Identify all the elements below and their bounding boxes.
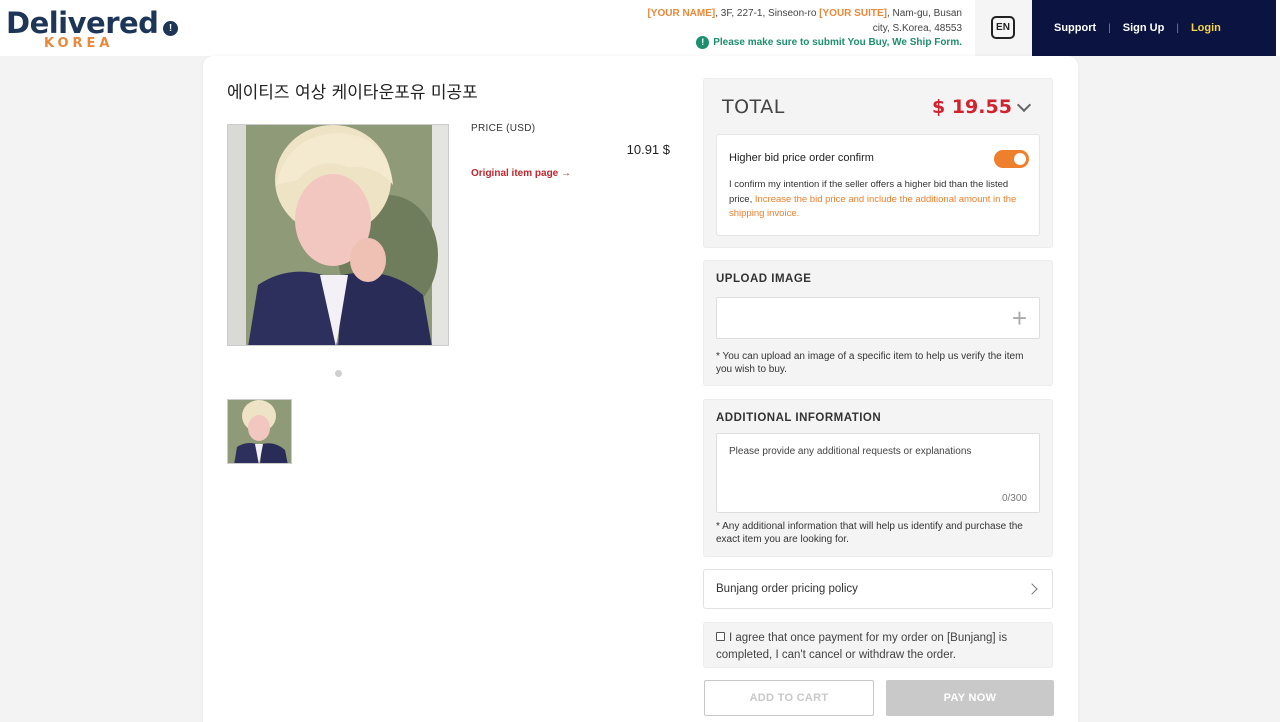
higher-bid-description: I confirm my intention if the seller off… <box>729 178 1029 222</box>
address-line1-end: , Nam-gu, Busan <box>886 8 962 19</box>
higher-bid-box: Higher bid price order confirm I confirm… <box>716 134 1040 236</box>
upload-image-panel: UPLOAD IMAGE + * You can upload an image… <box>703 260 1053 386</box>
additional-info-hint: * Any additional information that will h… <box>716 521 1023 545</box>
agreement-panel: I agree that once payment for my order o… <box>703 622 1053 668</box>
character-counter: 0/300 <box>1001 493 1027 504</box>
price-label: PRICE (USD) <box>471 123 536 134</box>
higher-bid-highlight: Increase the bid price and include the a… <box>729 193 1017 220</box>
language-switcher: EN <box>975 0 1032 56</box>
product-main-image[interactable] <box>227 124 449 346</box>
arrow-right-icon: → <box>561 168 572 179</box>
delivered-korea-logo[interactable]: Delivered KOREA ! <box>6 2 186 52</box>
product-thumbnail[interactable] <box>227 399 292 464</box>
warehouse-address: [YOUR NAME], 3F, 227-1, Sinseon-ro [YOUR… <box>582 6 962 36</box>
address-suite-placeholder: [YOUR SUITE] <box>819 8 887 19</box>
language-button[interactable]: EN <box>991 16 1015 39</box>
nav-signup-link[interactable]: Sign Up <box>1123 22 1165 34</box>
order-card: 에이티즈 여상 케이타운포유 미공포 PRICE (USD) 10.91 $ O… <box>203 56 1078 722</box>
original-item-link[interactable]: Original item page → <box>471 168 571 179</box>
plus-icon[interactable]: + <box>1012 303 1027 333</box>
additional-info-title: ADDITIONAL INFORMATION <box>716 412 882 424</box>
carousel-dot[interactable] <box>335 370 342 377</box>
pricing-policy-label: Bunjang order pricing policy <box>716 583 858 595</box>
info-icon: ! <box>696 36 710 49</box>
total-panel: TOTAL $ 19.55 Higher bid price order con… <box>703 78 1053 248</box>
upload-image-title: UPLOAD IMAGE <box>716 273 812 285</box>
higher-bid-title: Higher bid price order confirm <box>729 152 874 164</box>
form-notice: ! Please make sure to submit You Buy, We… <box>696 36 962 49</box>
logo-subtitle: KOREA <box>44 36 114 51</box>
notice-text: Please make sure to submit You Buy, We S… <box>713 37 962 48</box>
address-name-placeholder: [YOUR NAME] <box>647 8 716 19</box>
pricing-policy-row[interactable]: Bunjang order pricing policy <box>703 569 1053 609</box>
top-nav: Support | Sign Up | Login <box>1032 0 1276 56</box>
nav-login-link[interactable]: Login <box>1191 22 1221 34</box>
nav-separator: | <box>1108 22 1111 34</box>
chevron-down-icon[interactable] <box>1016 97 1032 113</box>
nav-support-link[interactable]: Support <box>1054 22 1096 34</box>
chevron-right-icon <box>1026 583 1038 595</box>
original-item-link-label: Original item page <box>471 168 559 179</box>
site-header: Delivered KOREA ! [YOUR NAME], 3F, 227-1… <box>0 0 1280 56</box>
upload-image-dropzone[interactable]: + <box>716 297 1040 339</box>
logo-bubble-icon: ! <box>163 21 178 36</box>
total-value: $ 19.55 <box>932 96 1012 118</box>
add-to-cart-button[interactable]: ADD TO CART <box>704 680 874 716</box>
logo-wordmark: Delivered <box>6 6 159 40</box>
toggle-knob <box>1014 153 1026 165</box>
additional-info-textarea[interactable]: Please provide any additional requests o… <box>716 433 1040 513</box>
address-line2: city, S.Korea, 48553 <box>872 23 962 34</box>
product-title: 에이티즈 여상 케이타운포유 미공포 <box>227 83 478 103</box>
pay-now-button[interactable]: PAY NOW <box>886 680 1054 716</box>
address-line1-rest: , 3F, 227-1, Sinseon-ro <box>715 8 820 19</box>
agreement-text: I agree that once payment for my order o… <box>716 632 1008 661</box>
additional-info-panel: ADDITIONAL INFORMATION Please provide an… <box>703 399 1053 557</box>
higher-bid-toggle[interactable] <box>994 150 1029 168</box>
price-value: 10.91 $ <box>626 142 670 157</box>
total-label: TOTAL <box>722 96 785 118</box>
upload-hint: * You can upload an image of a specific … <box>716 351 1024 375</box>
additional-info-placeholder: Please provide any additional requests o… <box>729 446 972 457</box>
nav-separator: | <box>1176 22 1179 34</box>
